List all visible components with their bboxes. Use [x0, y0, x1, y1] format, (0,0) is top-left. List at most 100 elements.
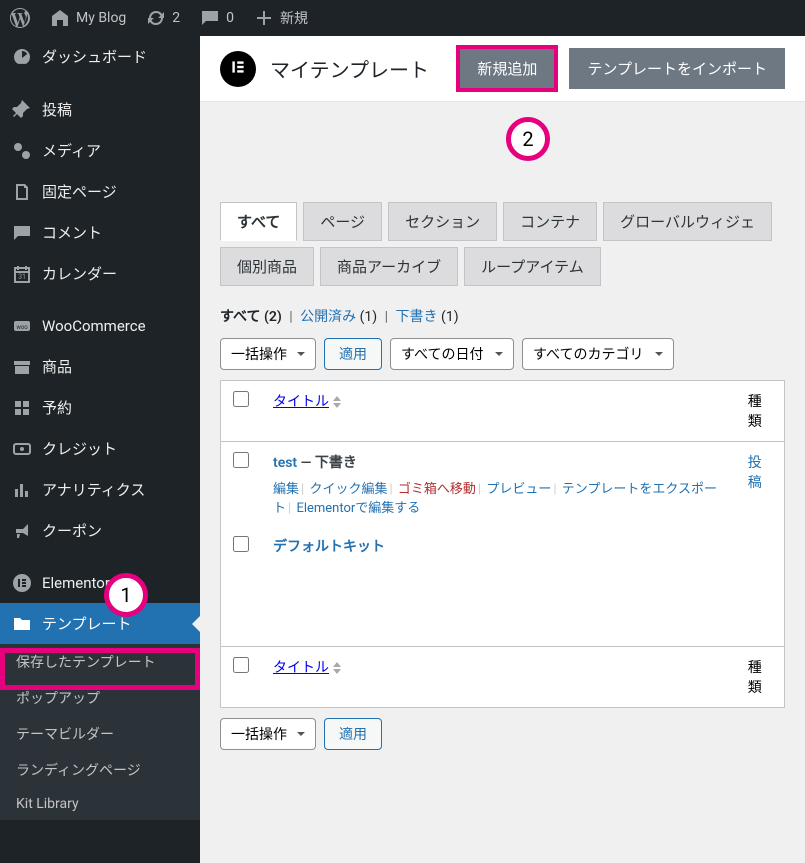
- templates-table: タイトル 種類 test — 下書き 編集| クイック編集| ゴミ箱へ移動| プ…: [220, 380, 785, 708]
- menu-pages[interactable]: 固定ページ: [0, 171, 200, 212]
- menu-templates[interactable]: テンプレート: [0, 603, 200, 644]
- menu-label: クレジット: [42, 438, 117, 459]
- menu-posts[interactable]: 投稿: [0, 89, 200, 130]
- filter-tab-loop-item[interactable]: ループアイテム: [464, 247, 601, 286]
- row-actions: 編集| クイック編集| ゴミ箱へ移動| プレビュー| テンプレートをエクスポート…: [273, 478, 724, 516]
- row-checkbox[interactable]: [233, 536, 249, 552]
- action-quick-edit[interactable]: クイック編集: [309, 482, 387, 497]
- tablenav-top: 一括操作 適用 すべての日付 すべてのカテゴリ: [220, 338, 785, 370]
- filter-tab-page[interactable]: ページ: [303, 202, 382, 241]
- category-filter-select[interactable]: すべてのカテゴリ: [522, 338, 674, 370]
- filter-tab-product-archive[interactable]: 商品アーカイブ: [320, 247, 458, 286]
- menu-label: 商品: [42, 356, 72, 377]
- date-filter-select[interactable]: すべての日付: [390, 338, 514, 370]
- submenu-saved-templates[interactable]: 保存したテンプレート: [0, 644, 200, 680]
- row-type-link[interactable]: 投稿: [748, 455, 762, 491]
- site-name: My Blog: [76, 10, 126, 26]
- wordpress-icon: [10, 8, 30, 28]
- row-title-link[interactable]: test: [273, 455, 297, 471]
- filter-draft[interactable]: 下書き: [396, 309, 438, 325]
- home-icon: [50, 8, 70, 28]
- admin-sidebar: ダッシュボード 投稿 メディア 固定ページ コメント 31 カレンダー woo …: [0, 36, 200, 863]
- menu-label: クーポン: [42, 520, 102, 541]
- submenu-landing-pages[interactable]: ランディングページ: [0, 752, 200, 788]
- filter-all[interactable]: すべて (2): [220, 309, 282, 325]
- status-filter: すべて (2) | 公開済み (1) | 下書き (1): [220, 306, 785, 326]
- submenu-templates: 保存したテンプレート ポップアップ テーマビルダー ランディングページ Kit …: [0, 644, 200, 820]
- menu-media[interactable]: メディア: [0, 130, 200, 171]
- row-title-link[interactable]: デフォルトキット: [273, 539, 385, 555]
- media-icon: [12, 141, 32, 161]
- updates-link[interactable]: 2: [136, 8, 190, 28]
- plus-icon: [254, 8, 274, 28]
- updates-count: 2: [172, 10, 180, 26]
- menu-label: ダッシュボード: [42, 46, 147, 67]
- filter-tab-single-product[interactable]: 個別商品: [220, 247, 314, 286]
- menu-bookings[interactable]: 予約: [0, 387, 200, 428]
- import-button[interactable]: テンプレートをインポート: [569, 48, 785, 89]
- apply-button[interactable]: 適用: [324, 338, 382, 370]
- filter-tab-container[interactable]: コンテナ: [503, 202, 597, 241]
- page-title: マイテンプレート: [270, 54, 429, 83]
- bulk-action-select-bottom[interactable]: 一括操作: [220, 718, 316, 750]
- menu-woocommerce[interactable]: woo WooCommerce: [0, 306, 200, 346]
- menu-products[interactable]: 商品: [0, 346, 200, 387]
- apply-button-bottom[interactable]: 適用: [324, 718, 382, 750]
- menu-label: メディア: [42, 140, 101, 161]
- sort-icon: [333, 396, 341, 408]
- dashboard-icon: [12, 47, 32, 67]
- menu-credits[interactable]: クレジット: [0, 428, 200, 469]
- action-trash[interactable]: ゴミ箱へ移動: [398, 482, 476, 497]
- page-header: マイテンプレート 新規追加 テンプレートをインポート: [200, 36, 805, 102]
- menu-label: 投稿: [42, 99, 72, 120]
- select-all-checkbox[interactable]: [233, 391, 249, 407]
- filter-tab-global-widget[interactable]: グローバルウィジェ: [603, 202, 772, 241]
- update-icon: [146, 8, 166, 28]
- column-type-footer: 種類: [736, 647, 785, 708]
- select-all-checkbox-footer[interactable]: [233, 657, 249, 673]
- submenu-theme-builder[interactable]: テーマビルダー: [0, 716, 200, 752]
- menu-label: アナリティクス: [42, 479, 145, 500]
- column-title-footer[interactable]: タイトル: [261, 647, 736, 708]
- menu-comments[interactable]: コメント: [0, 212, 200, 253]
- wp-logo[interactable]: [0, 8, 40, 28]
- menu-label: テンプレート: [42, 613, 132, 634]
- add-new-button[interactable]: 新規追加: [459, 48, 555, 89]
- column-type: 種類: [736, 381, 785, 442]
- main-content: マイテンプレート 新規追加 テンプレートをインポート すべて ページ セクション…: [200, 36, 805, 780]
- annotation-badge-2: 2: [506, 117, 550, 161]
- table-row: デフォルトキット: [221, 526, 785, 647]
- menu-coupons[interactable]: クーポン: [0, 510, 200, 551]
- submenu-popup[interactable]: ポップアップ: [0, 680, 200, 716]
- svg-text:woo: woo: [16, 324, 28, 331]
- table-row: test — 下書き 編集| クイック編集| ゴミ箱へ移動| プレビュー| テン…: [221, 442, 785, 527]
- woo-icon: woo: [12, 316, 32, 336]
- row-checkbox[interactable]: [233, 452, 249, 468]
- action-edit-elementor[interactable]: Elementorで編集する: [296, 501, 420, 516]
- filter-tab-all[interactable]: すべて: [220, 202, 297, 241]
- menu-label: 予約: [42, 397, 72, 418]
- menu-label: カレンダー: [42, 263, 117, 284]
- grid-icon: [12, 398, 32, 418]
- pages-icon: [12, 182, 32, 202]
- chart-icon: [12, 480, 32, 500]
- bulk-action-select[interactable]: 一括操作: [220, 338, 316, 370]
- action-preview[interactable]: プレビュー: [486, 482, 551, 497]
- menu-analytics[interactable]: アナリティクス: [0, 469, 200, 510]
- menu-elementor[interactable]: Elementor: [0, 563, 200, 603]
- new-content-link[interactable]: 新規: [244, 8, 318, 28]
- menu-dashboard[interactable]: ダッシュボード: [0, 36, 200, 77]
- comments-link[interactable]: 0: [190, 8, 244, 28]
- new-label: 新規: [280, 8, 308, 28]
- archive-icon: [12, 357, 32, 377]
- column-title[interactable]: タイトル: [261, 381, 736, 442]
- filter-tab-section[interactable]: セクション: [388, 202, 497, 241]
- filter-tabs: すべて ページ セクション コンテナ グローバルウィジェ 個別商品 商品アーカイ…: [220, 202, 785, 286]
- action-edit[interactable]: 編集: [273, 482, 299, 497]
- menu-calendar[interactable]: 31 カレンダー: [0, 253, 200, 294]
- svg-text:31: 31: [18, 273, 26, 281]
- site-home-link[interactable]: My Blog: [40, 8, 136, 28]
- filter-published[interactable]: 公開済み: [300, 309, 356, 325]
- submenu-kit-library[interactable]: Kit Library: [0, 788, 200, 820]
- menu-label: 固定ページ: [42, 181, 117, 202]
